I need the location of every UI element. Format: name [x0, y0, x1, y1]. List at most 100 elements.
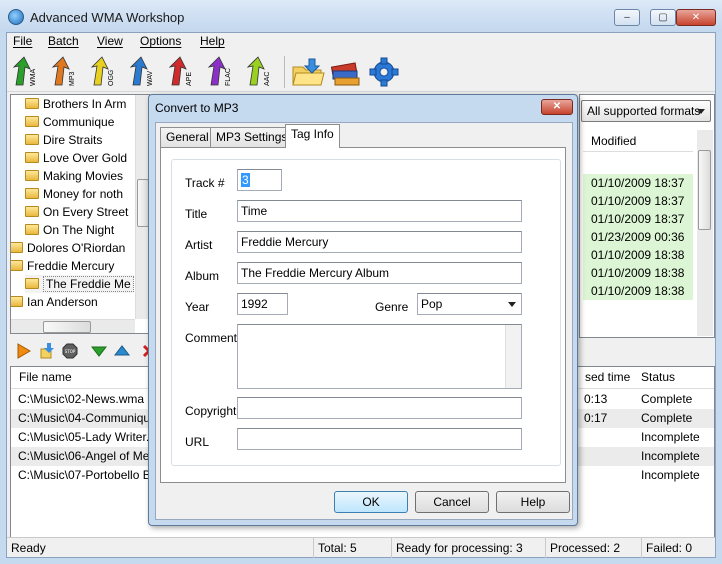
folder-icon — [25, 278, 39, 289]
tree-item[interactable]: Love Over Gold — [25, 149, 127, 167]
queue-status-cell: Incomplete — [641, 430, 700, 444]
chevron-down-icon — [508, 302, 516, 307]
books-icon[interactable] — [329, 57, 363, 87]
tree-item-label: Money for noth — [43, 187, 124, 201]
tree-item[interactable]: Dire Straits — [25, 131, 102, 149]
url-input[interactable] — [237, 428, 522, 450]
tree-item[interactable]: Dolores O'Riordan — [11, 239, 126, 257]
title-bar[interactable]: Advanced WMA Workshop – ▢ ✕ — [0, 0, 722, 32]
tree-item[interactable]: Ian Anderson — [11, 293, 98, 311]
format-label: APE — [186, 71, 193, 86]
file-name-column-header[interactable]: File name — [19, 370, 72, 384]
add-to-queue-icon[interactable] — [39, 343, 55, 359]
tree-item-label: Love Over Gold — [43, 151, 128, 165]
tree-item[interactable]: On The Night — [25, 221, 114, 239]
tree-item[interactable]: Making Movies — [25, 167, 123, 185]
menu-batch[interactable]: Batch — [48, 34, 79, 48]
tree-item-label: Dolores O'Riordan — [27, 241, 126, 255]
artist-input[interactable]: Freddie Mercury — [237, 231, 522, 253]
comment-scrollbar[interactable] — [505, 325, 521, 388]
status-bar: Ready Total: 5 Ready for processing: 3 P… — [7, 537, 715, 558]
menu-help[interactable]: Help — [200, 34, 225, 48]
move-up-icon[interactable] — [114, 343, 130, 359]
chevron-down-icon — [697, 109, 705, 114]
modified-column-header[interactable]: Modified — [583, 130, 693, 152]
move-down-icon[interactable] — [91, 343, 107, 359]
modified-cell[interactable]: 01/10/2009 18:37 — [583, 192, 693, 210]
convert-aac-button[interactable]: AAC — [247, 56, 273, 88]
open-folder-icon[interactable] — [291, 57, 325, 87]
title-input[interactable]: Time — [237, 200, 522, 222]
minimize-button[interactable]: – — [614, 9, 640, 26]
modified-cell[interactable]: 01/23/2009 00:36 — [583, 228, 693, 246]
tab-general[interactable]: General — [160, 127, 215, 147]
menu-file[interactable]: File — [13, 34, 32, 48]
maximize-button[interactable]: ▢ — [650, 9, 676, 26]
convert-ape-button[interactable]: APE — [169, 56, 195, 88]
status-failed: Failed: 0 — [641, 538, 715, 558]
tab-mp3-settings[interactable]: MP3 Settings — [210, 127, 294, 147]
tree-item[interactable]: Communique — [25, 113, 114, 131]
toolbar: WMA MP3 OGG WAV APE FLAC AAC — [7, 52, 715, 92]
cancel-button[interactable]: Cancel — [415, 491, 489, 513]
stop-icon[interactable]: STOP — [62, 343, 78, 359]
help-button[interactable]: Help — [496, 491, 570, 513]
folder-tree[interactable]: Brothers In Arm Communique Dire Straits Lov… — [10, 94, 150, 334]
track-number-input[interactable]: 3 — [237, 169, 282, 191]
tree-item[interactable]: On Every Street — [25, 203, 128, 221]
tree-item[interactable]: Money for noth — [25, 185, 123, 203]
comment-label: Comment — [185, 331, 238, 345]
genre-select[interactable]: Pop — [417, 293, 522, 315]
tree-item-label: The Freddie Me — [43, 276, 134, 292]
elapsed-time-column-header[interactable]: sed time — [585, 370, 630, 384]
format-label: WMA — [30, 68, 37, 86]
album-label: Album — [185, 269, 220, 283]
status-ready: Ready — [11, 541, 46, 555]
format-label: OGG — [108, 69, 115, 86]
comment-textarea[interactable] — [237, 324, 522, 389]
ok-button[interactable]: OK — [334, 491, 408, 513]
file-list-scroll-thumb[interactable] — [698, 150, 711, 230]
convert-wav-button[interactable]: WAV — [130, 56, 156, 88]
folder-icon — [25, 152, 39, 163]
convert-wma-button[interactable]: WMA — [13, 56, 39, 88]
convert-ogg-button[interactable]: OGG — [91, 56, 117, 88]
convert-flac-button[interactable]: FLAC — [208, 56, 234, 88]
queue-status-cell: Incomplete — [641, 449, 700, 463]
close-button[interactable]: ✕ — [676, 9, 716, 26]
folder-icon — [25, 188, 39, 199]
file-list-scrollbar[interactable] — [697, 130, 713, 336]
play-icon[interactable] — [16, 343, 32, 359]
tree-hscroll-thumb[interactable] — [43, 321, 91, 333]
queue-file-cell: C:\Music\05-Lady Writer. — [18, 430, 150, 444]
dialog-body: General MP3 Settings Tag Info Track # 3 … — [155, 122, 573, 520]
menu-options[interactable]: Options — [140, 34, 181, 48]
year-input[interactable]: 1992 — [237, 293, 288, 315]
tree-item-label: Ian Anderson — [27, 295, 98, 309]
tree-item[interactable]: Brothers In Arm — [25, 95, 126, 113]
menu-view[interactable]: View — [97, 34, 123, 48]
format-filter-select[interactable]: All supported formats — [581, 100, 711, 122]
queue-status-cell: Incomplete — [641, 468, 700, 482]
convert-mp3-button[interactable]: MP3 — [52, 56, 78, 88]
settings-gear-icon[interactable] — [369, 57, 399, 87]
album-input[interactable]: The Freddie Mercury Album — [237, 262, 522, 284]
modified-cell[interactable]: 01/10/2009 18:37 — [583, 210, 693, 228]
modified-cell[interactable]: 01/10/2009 18:38 — [583, 282, 693, 300]
modified-cell[interactable]: 01/10/2009 18:38 — [583, 264, 693, 282]
tab-tag-info[interactable]: Tag Info — [285, 124, 340, 148]
status-column-header[interactable]: Status — [641, 370, 675, 384]
track-label: Track # — [185, 176, 225, 190]
copyright-input[interactable] — [237, 397, 522, 419]
folder-icon — [11, 242, 23, 253]
dialog-close-button[interactable]: ✕ — [541, 99, 573, 115]
tree-item[interactable]: The Freddie Me — [25, 275, 134, 293]
queue-file-cell: C:\Music\07-Portobello B — [18, 468, 151, 482]
artist-label: Artist — [185, 238, 213, 252]
tree-item[interactable]: Freddie Mercury — [11, 257, 114, 275]
modified-cell[interactable]: 01/10/2009 18:37 — [583, 174, 693, 192]
modified-cell[interactable]: 01/10/2009 18:38 — [583, 246, 693, 264]
folder-icon — [25, 116, 39, 127]
dialog-title: Convert to MP3 — [155, 101, 239, 115]
tree-horizontal-scrollbar[interactable] — [11, 319, 135, 333]
